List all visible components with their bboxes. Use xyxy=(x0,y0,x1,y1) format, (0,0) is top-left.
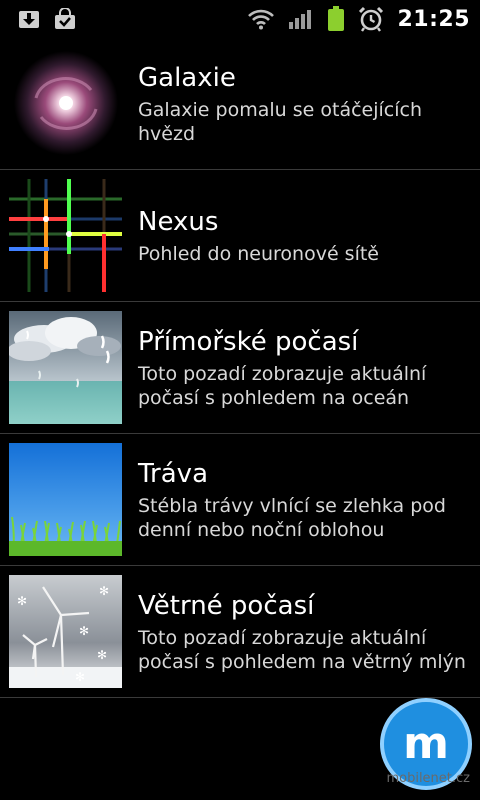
clock: 21:25 xyxy=(397,6,470,32)
svg-text:✻: ✻ xyxy=(99,584,109,598)
svg-text:✻: ✻ xyxy=(17,594,27,608)
wallpaper-description: Toto pozadí zobrazuje aktuální počasí s … xyxy=(138,362,427,409)
svg-text:✻: ✻ xyxy=(75,670,85,684)
ocean-weather-thumbnail xyxy=(9,311,122,424)
svg-text:✻: ✻ xyxy=(79,624,89,638)
list-item-vetrne-pocasi[interactable]: ✻ ✻ ✻ ✻ ✻ Větrné počasí Toto pozadí zobr… xyxy=(0,566,480,698)
wallpaper-description: Galaxie pomalu se otáčejících hvězd xyxy=(138,98,422,145)
wallpaper-title: Nexus xyxy=(138,206,219,237)
svg-text:✻: ✻ xyxy=(97,648,107,662)
status-bar: 21:25 xyxy=(0,0,480,38)
galaxy-thumbnail xyxy=(9,47,122,160)
mobilenet-logo-letter: m xyxy=(403,718,449,769)
list-item-galaxie[interactable]: Galaxie Galaxie pomalu se otáčejících hv… xyxy=(0,38,480,170)
wallpaper-description: Pohled do neuronové sítě xyxy=(138,242,379,265)
battery-icon xyxy=(328,6,345,31)
live-wallpaper-list: Galaxie Galaxie pomalu se otáčejících hv… xyxy=(0,38,480,698)
alarm-icon xyxy=(359,6,384,32)
wallpaper-description: Stébla trávy vlnící se zlehka pod denní … xyxy=(138,494,446,541)
list-item-nexus[interactable]: Nexus Pohled do neuronové sítě xyxy=(0,170,480,302)
wallpaper-description: Toto pozadí zobrazuje aktuální počasí s … xyxy=(138,626,466,673)
wallpaper-title: Přímořské počasí xyxy=(138,326,359,357)
list-item-primorske-pocasi[interactable]: Přímořské počasí Toto pozadí zobrazuje a… xyxy=(0,302,480,434)
download-icon xyxy=(19,11,39,28)
watermark-text: mobilenet.cz xyxy=(386,771,470,786)
list-item-trava[interactable]: Tráva Stébla trávy vlnící se zlehka pod … xyxy=(0,434,480,566)
wifi-icon xyxy=(248,9,275,30)
signal-icon xyxy=(289,10,312,29)
shopping-bag-check-icon xyxy=(55,8,75,29)
nexus-thumbnail xyxy=(9,179,122,292)
grass-thumbnail xyxy=(9,443,122,556)
wallpaper-title: Tráva xyxy=(138,458,209,489)
wallpaper-title: Galaxie xyxy=(138,62,236,93)
windmill-weather-thumbnail: ✻ ✻ ✻ ✻ ✻ xyxy=(9,575,122,688)
wallpaper-title: Větrné počasí xyxy=(138,590,315,621)
